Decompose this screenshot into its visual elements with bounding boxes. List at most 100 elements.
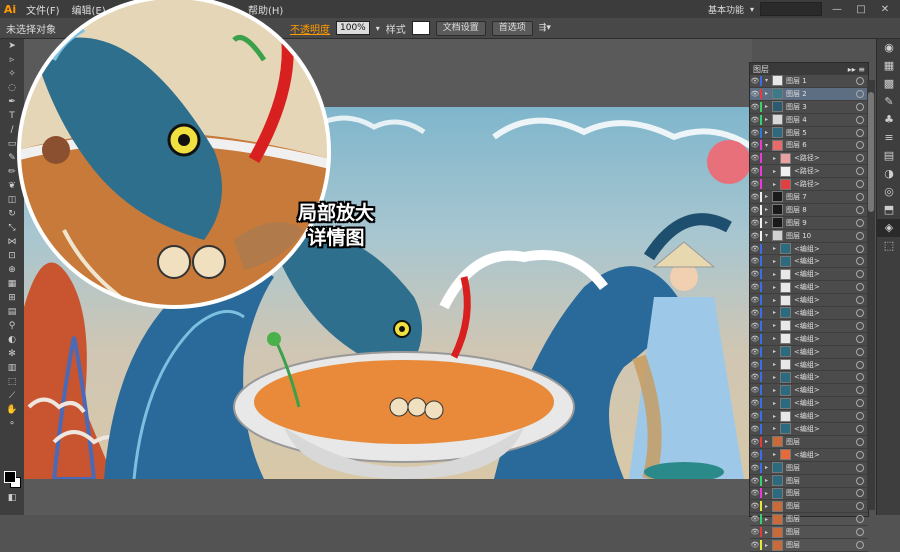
visibility-eye-icon[interactable]: 👁: [750, 361, 760, 369]
graph-icon[interactable]: ▥: [0, 361, 24, 375]
gradient-panel-icon[interactable]: ▤: [877, 147, 900, 165]
layer-row[interactable]: 👁 ▾ 图层 1: [750, 75, 868, 88]
target-circle-icon[interactable]: [856, 489, 864, 498]
layer-name[interactable]: 图层: [786, 514, 856, 524]
layer-row[interactable]: 👁 ▸ <编组>: [750, 359, 868, 372]
panel-menu-icon[interactable]: ▸▸ ≡: [848, 65, 865, 74]
layer-name[interactable]: 图层 1: [786, 76, 856, 86]
visibility-eye-icon[interactable]: 👁: [750, 219, 760, 227]
style-swatch[interactable]: [411, 21, 430, 35]
target-circle-icon[interactable]: [856, 373, 864, 382]
zoom-icon[interactable]: ⚬: [0, 417, 24, 431]
target-circle-icon[interactable]: [856, 450, 864, 459]
visibility-eye-icon[interactable]: 👁: [750, 116, 760, 124]
minimize-button[interactable]: —: [828, 4, 846, 15]
layer-name[interactable]: <编组>: [794, 244, 856, 254]
target-circle-icon[interactable]: [856, 476, 864, 485]
visibility-eye-icon[interactable]: 👁: [750, 193, 760, 201]
layer-name[interactable]: <编组>: [794, 360, 856, 370]
layer-row[interactable]: 👁 ▸ 图层: [750, 462, 868, 475]
target-circle-icon[interactable]: [856, 89, 864, 98]
target-circle-icon[interactable]: [856, 141, 864, 150]
expand-triangle-icon[interactable]: ▸: [765, 129, 772, 136]
layer-name[interactable]: 图层 3: [786, 102, 856, 112]
layer-row[interactable]: 👁 ▸ 图层: [750, 513, 868, 527]
visibility-eye-icon[interactable]: 👁: [750, 129, 760, 137]
target-circle-icon[interactable]: [856, 257, 864, 266]
visibility-eye-icon[interactable]: 👁: [750, 180, 760, 188]
target-circle-icon[interactable]: [856, 541, 864, 549]
layer-row[interactable]: 👁 ▸ <编组>: [750, 423, 868, 436]
expand-triangle-icon[interactable]: ▾: [765, 142, 772, 149]
layer-name[interactable]: <编组>: [794, 411, 856, 421]
target-circle-icon[interactable]: [856, 296, 864, 305]
layer-row[interactable]: 👁 ▸ <编组>: [750, 384, 868, 398]
layer-name[interactable]: <编组>: [794, 424, 856, 434]
target-circle-icon[interactable]: [856, 463, 864, 472]
graphic-styles-icon[interactable]: ⬒: [877, 201, 900, 219]
visibility-eye-icon[interactable]: 👁: [750, 141, 760, 149]
draw-mode-icon[interactable]: ◧: [0, 491, 24, 505]
layer-row[interactable]: 👁 ▸ <编组>: [750, 346, 868, 359]
layer-row[interactable]: 👁 ▾ 图层 6: [750, 139, 868, 153]
arrange-icon[interactable]: ⇶▾: [539, 23, 551, 33]
expand-triangle-icon[interactable]: ▸: [773, 168, 780, 175]
layers-panel-icon[interactable]: ◈: [877, 219, 900, 237]
layer-row[interactable]: 👁 ▸ <编组>: [750, 243, 868, 256]
target-circle-icon[interactable]: [856, 244, 864, 253]
target-circle-icon[interactable]: [856, 270, 864, 279]
expand-triangle-icon[interactable]: ▸: [765, 490, 772, 497]
target-circle-icon[interactable]: [856, 412, 864, 421]
layer-row[interactable]: 👁 ▸ <编组>: [750, 268, 868, 282]
visibility-eye-icon[interactable]: 👁: [750, 270, 760, 278]
layer-row[interactable]: 👁 ▸ 图层 8: [750, 204, 868, 217]
expand-triangle-icon[interactable]: ▸: [765, 193, 772, 200]
layer-name[interactable]: 图层 9: [786, 218, 856, 228]
layer-row[interactable]: 👁 ▸ 图层 5: [750, 127, 868, 140]
document-setup-button[interactable]: 文档设置: [435, 20, 486, 36]
visibility-eye-icon[interactable]: 👁: [750, 477, 760, 485]
expand-triangle-icon[interactable]: ▸: [773, 297, 780, 304]
layer-name[interactable]: <路径>: [794, 153, 856, 163]
layer-name[interactable]: 图层 8: [786, 205, 856, 215]
visibility-eye-icon[interactable]: 👁: [750, 322, 760, 330]
layer-row[interactable]: 👁 ▸ 图层 9: [750, 217, 868, 230]
expand-triangle-icon[interactable]: ▸: [765, 438, 772, 445]
layer-row[interactable]: 👁 ▸ <编组>: [750, 371, 868, 385]
layer-row[interactable]: 👁 ▸ <编组>: [750, 307, 868, 320]
layer-name[interactable]: <编组>: [794, 347, 856, 357]
target-circle-icon[interactable]: [856, 308, 864, 317]
expand-triangle-icon[interactable]: ▸: [765, 516, 772, 523]
expand-triangle-icon[interactable]: ▸: [773, 374, 780, 381]
visibility-eye-icon[interactable]: 👁: [750, 296, 760, 304]
target-circle-icon[interactable]: [856, 192, 864, 201]
visibility-eye-icon[interactable]: 👁: [750, 335, 760, 343]
target-circle-icon[interactable]: [856, 515, 864, 524]
layer-name[interactable]: 图层: [786, 476, 856, 486]
expand-triangle-icon[interactable]: ▸: [773, 348, 780, 355]
target-circle-icon[interactable]: [856, 218, 864, 227]
target-circle-icon[interactable]: [856, 231, 864, 240]
visibility-eye-icon[interactable]: 👁: [750, 541, 760, 549]
expand-triangle-icon[interactable]: ▸: [765, 90, 772, 97]
slice-icon[interactable]: ⟋: [0, 389, 24, 403]
layer-row[interactable]: 👁 ▸ <编组>: [750, 320, 868, 333]
layers-scrollbar[interactable]: [867, 80, 875, 510]
layer-name[interactable]: 图层 10: [786, 231, 856, 241]
visibility-eye-icon[interactable]: 👁: [750, 348, 760, 356]
expand-triangle-icon[interactable]: ▸: [765, 103, 772, 110]
layer-row[interactable]: 👁 ▸ <路径>: [750, 152, 868, 166]
expand-triangle-icon[interactable]: ▸: [773, 245, 780, 252]
layer-name[interactable]: <编组>: [794, 334, 856, 344]
visibility-eye-icon[interactable]: 👁: [750, 502, 760, 510]
scroll-thumb[interactable]: [868, 92, 874, 212]
expand-triangle-icon[interactable]: ▸: [765, 219, 772, 226]
preferences-button[interactable]: 首选项: [491, 20, 533, 36]
target-circle-icon[interactable]: [856, 283, 864, 292]
layer-row[interactable]: 👁 ▸ <编组>: [750, 281, 868, 295]
layer-row[interactable]: 👁 ▸ <编组>: [750, 449, 868, 462]
maximize-button[interactable]: □: [852, 4, 870, 15]
layer-row[interactable]: 👁 ▸ <编组>: [750, 397, 868, 411]
swatches-icon[interactable]: ▩: [877, 75, 900, 93]
expand-triangle-icon[interactable]: ▸: [765, 464, 772, 471]
